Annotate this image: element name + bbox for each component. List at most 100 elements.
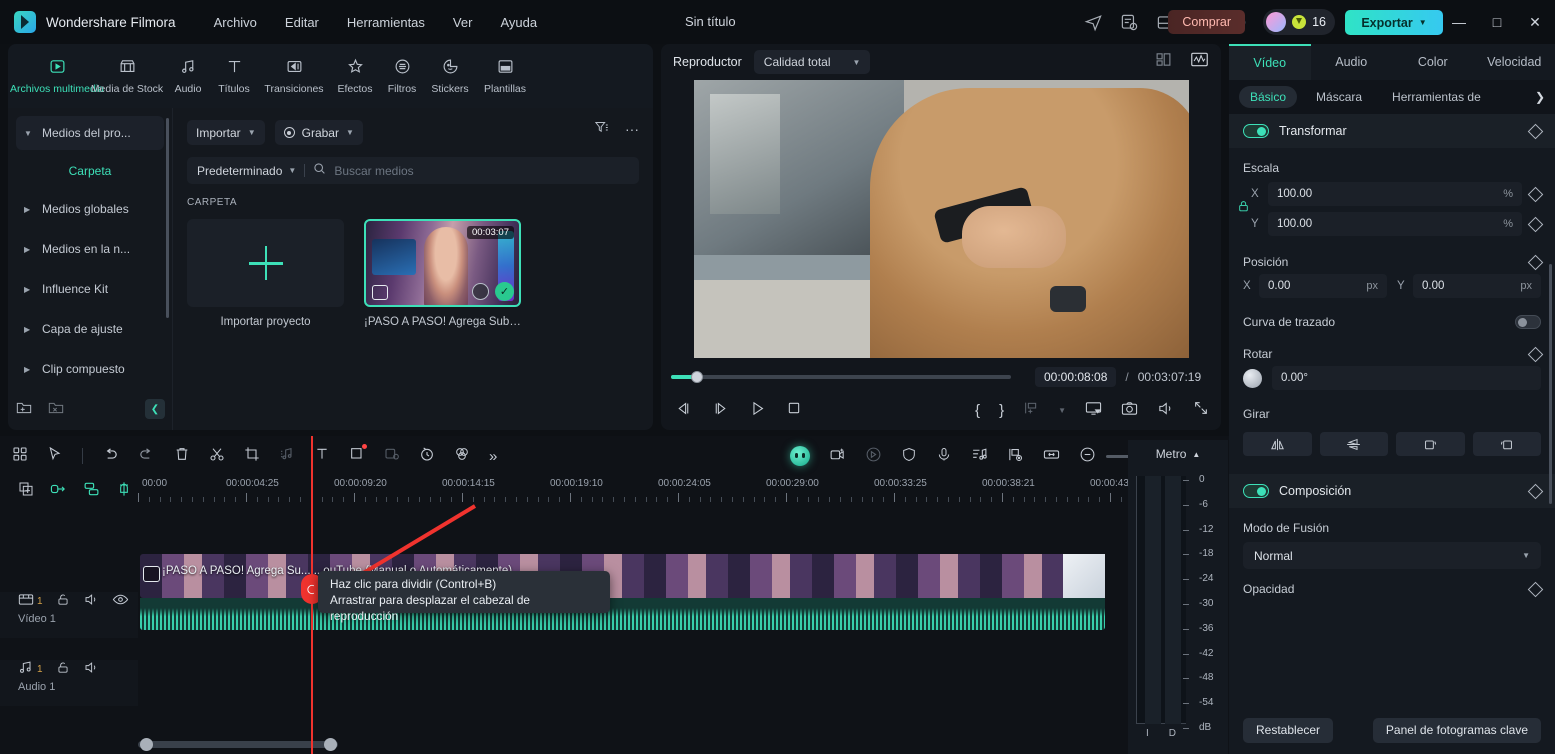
menu-archivo[interactable]: Archivo (214, 15, 257, 30)
snapshot-icon[interactable] (1121, 400, 1138, 421)
video-clip[interactable]: ¡PASO A PASO! Agrega Su... ...ouTube (Ma… (140, 554, 1105, 598)
playhead[interactable] (301, 436, 323, 754)
keyframe-diamond-icon[interactable] (1527, 346, 1544, 362)
export-button[interactable]: Exportar ▼ (1345, 10, 1443, 35)
rotate-left-icon[interactable] (1472, 432, 1541, 456)
link-icon[interactable] (50, 481, 67, 500)
player-video-canvas[interactable] (694, 80, 1189, 358)
preview-icon[interactable] (472, 283, 489, 300)
tab-velocidad[interactable]: Velocidad (1474, 44, 1555, 80)
menu-ver[interactable]: Ver (453, 15, 473, 30)
collapse-sidebar-button[interactable]: ❮ (145, 399, 165, 419)
record-button[interactable]: Grabar ▼ (274, 120, 363, 145)
blend-mode-select[interactable]: Normal ▼ (1243, 542, 1541, 569)
subtab-next-arrow-icon[interactable]: ❯ (1535, 90, 1545, 104)
seek-handle[interactable] (691, 371, 703, 383)
marker-icon[interactable] (1007, 446, 1024, 467)
tab-transiciones[interactable]: Transiciones (258, 58, 330, 95)
add-track-icon[interactable] (18, 481, 34, 500)
keyframe-diamond-icon[interactable] (1527, 483, 1544, 499)
tab-audio[interactable]: Audio (166, 58, 210, 95)
eye-icon[interactable] (112, 592, 129, 610)
mosaic-icon[interactable] (349, 444, 367, 466)
properties-scrollbar[interactable] (1549, 264, 1552, 504)
tab-color[interactable]: Color (1392, 44, 1474, 80)
keyframe-diamond-icon[interactable] (1527, 254, 1544, 270)
sidebar-item-influence-kit[interactable]: ▶ Influence Kit (16, 272, 164, 306)
send-icon[interactable] (1084, 13, 1103, 32)
scrollbar-handle-left[interactable] (140, 738, 153, 751)
new-folder-icon[interactable] (16, 401, 32, 418)
group-icon[interactable] (83, 481, 100, 500)
speed-icon[interactable] (419, 446, 435, 466)
keyframe-diamond-icon[interactable] (1527, 186, 1544, 202)
flip-vertical-icon[interactable] (1319, 432, 1388, 456)
keyframe-diamond-icon[interactable] (1527, 123, 1544, 139)
mute-icon[interactable] (83, 592, 99, 610)
microphone-icon[interactable] (936, 446, 952, 467)
delete-folder-icon[interactable] (48, 401, 64, 418)
rotate-input[interactable]: 0.00° (1272, 366, 1541, 390)
sidebar-item-medios-en-la-nube[interactable]: ▶ Medios en la n... (16, 232, 164, 266)
lock-icon[interactable] (56, 660, 70, 678)
reset-button[interactable]: Restablecer (1243, 717, 1334, 743)
window-maximize-button[interactable]: □ (1477, 0, 1517, 44)
video-thumbnail[interactable]: 00:03:07 ✓ (364, 219, 521, 307)
lock-aspect-icon[interactable] (1237, 200, 1250, 216)
tab-media-de-stock[interactable]: Media de Stock (88, 58, 166, 95)
position-y-input[interactable]: 0.00 px (1413, 274, 1541, 298)
rotate-right-icon[interactable] (1396, 432, 1465, 456)
flip-horizontal-icon[interactable] (1243, 432, 1312, 456)
text-icon[interactable] (314, 446, 330, 466)
prev-frame-icon[interactable] (675, 400, 692, 421)
import-button[interactable]: Importar ▼ (187, 120, 265, 145)
sidebar-item-medios-del-proyecto[interactable]: ▼ Medios del pro... (16, 116, 164, 150)
quality-selector[interactable]: Calidad total ▼ (753, 50, 871, 74)
composition-toggle[interactable] (1243, 484, 1269, 498)
zoom-out-icon[interactable] (1079, 446, 1096, 467)
tab-audio[interactable]: Audio (1311, 44, 1393, 80)
record-icon[interactable] (865, 446, 882, 467)
menu-ayuda[interactable]: Ayuda (500, 15, 537, 30)
pip-icon[interactable] (1085, 400, 1102, 421)
buy-button[interactable]: Comprar (1168, 10, 1245, 34)
shield-icon[interactable] (901, 446, 917, 467)
sidebar-item-capa-de-ajuste[interactable]: ▶ Capa de ajuste (16, 312, 164, 346)
tab-plantillas[interactable]: Plantillas (476, 58, 534, 95)
subtab-basico[interactable]: Básico (1239, 86, 1298, 108)
filter-icon[interactable] (594, 120, 609, 138)
tab-archivos-multimedia[interactable]: Archivos multimedia (10, 58, 104, 95)
scrollbar-handle-right[interactable] (324, 738, 337, 751)
waveform-icon[interactable] (1190, 51, 1209, 73)
tab-video[interactable]: Vídeo (1229, 44, 1311, 80)
ai-copilot-icon[interactable] (790, 446, 810, 466)
fullscreen-icon[interactable] (1193, 400, 1209, 420)
crop-icon[interactable] (244, 446, 260, 466)
credits-widget[interactable]: 16 (1263, 9, 1335, 35)
tab-efectos[interactable]: Efectos (330, 58, 380, 95)
player-seek-slider[interactable] (671, 371, 1011, 383)
audio-mixer-icon[interactable] (971, 446, 988, 467)
sidebar-folder-carpeta[interactable]: Carpeta (16, 156, 164, 186)
mark-out-icon[interactable]: } (999, 402, 1004, 419)
rotate-dial[interactable] (1243, 368, 1262, 388)
fit-timeline-icon[interactable] (1043, 446, 1060, 467)
search-input[interactable] (334, 163, 629, 178)
mute-icon[interactable] (83, 660, 99, 678)
keyframe-graph-icon[interactable] (454, 446, 470, 466)
media-item-video[interactable]: 00:03:07 ✓ ¡PASO A PASO! Agrega Subtí... (364, 219, 521, 328)
audio-detach-icon[interactable] (279, 446, 295, 466)
undo-icon[interactable] (102, 446, 119, 467)
current-timecode[interactable]: 00:00:08:08 (1035, 367, 1117, 387)
sidebar-item-medios-globales[interactable]: ▶ Medios globales (16, 192, 164, 226)
stop-icon[interactable] (786, 400, 802, 420)
volume-icon[interactable] (1157, 400, 1174, 421)
sidebar-item-clip-compuesto[interactable]: ▶ Clip compuesto (16, 352, 164, 386)
ai-video-icon[interactable] (829, 446, 846, 467)
lock-icon[interactable] (56, 592, 70, 610)
play-icon[interactable] (749, 400, 766, 421)
window-minimize-button[interactable]: — (1439, 0, 1479, 44)
mark-in-icon[interactable]: { (975, 402, 980, 419)
task-list-icon[interactable] (1120, 13, 1139, 32)
transform-toggle[interactable] (1243, 124, 1269, 138)
